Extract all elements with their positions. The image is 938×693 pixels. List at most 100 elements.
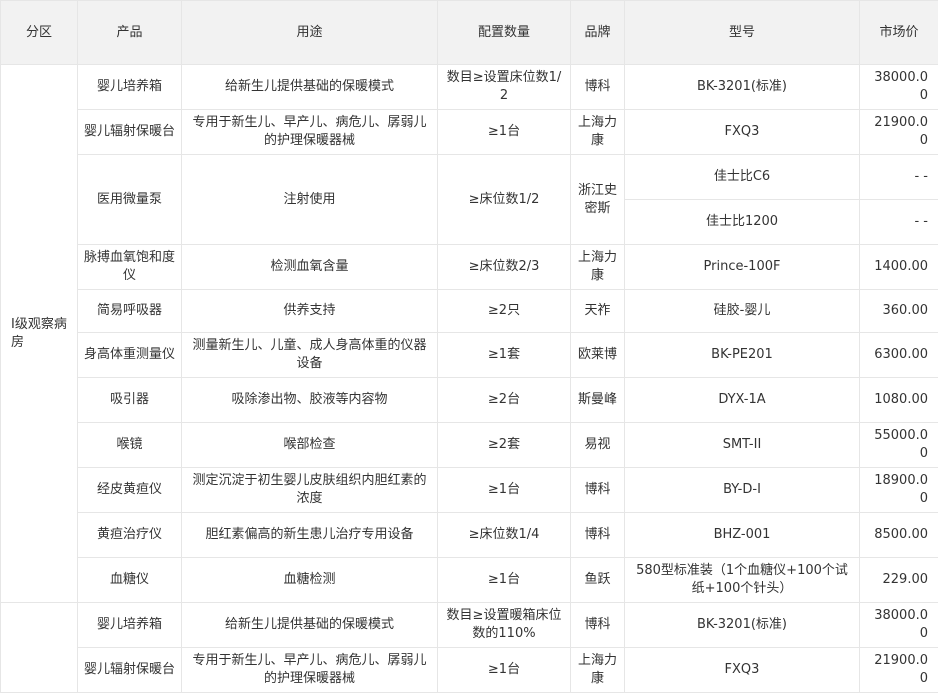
product-cell: 吸引器 bbox=[78, 378, 182, 423]
price-cell: - - bbox=[860, 200, 938, 245]
quantity-cell: ≥床位数2/3 bbox=[438, 245, 571, 290]
equipment-table: 分区 产品 用途 配置数量 品牌 型号 市场价 I级观察病房 婴儿培养箱 给新生… bbox=[0, 0, 938, 693]
product-cell: 婴儿培养箱 bbox=[78, 65, 182, 110]
table-row: 血糖仪 血糖检测 ≥1台 鱼跃 580型标准装（1个血糖仪+100个试纸+100… bbox=[1, 558, 938, 603]
model-cell: 佳士比1200 bbox=[625, 200, 860, 245]
table-row: I级观察病房 婴儿培养箱 给新生儿提供基础的保暖模式 数目≥设置床位数1/2 博… bbox=[1, 65, 938, 110]
price-cell: 1080.00 bbox=[860, 378, 938, 423]
model-cell: 580型标准装（1个血糖仪+100个试纸+100个针头） bbox=[625, 558, 860, 603]
brand-cell: 浙江史密斯 bbox=[571, 155, 625, 245]
quantity-cell: ≥1台 bbox=[438, 110, 571, 155]
product-cell: 婴儿培养箱 bbox=[78, 603, 182, 648]
usage-cell: 检测血氧含量 bbox=[182, 245, 438, 290]
price-cell: 6300.00 bbox=[860, 333, 938, 378]
model-cell: BK-PE201 bbox=[625, 333, 860, 378]
model-cell: 佳士比C6 bbox=[625, 155, 860, 200]
model-cell: Prince-100F bbox=[625, 245, 860, 290]
table-row: 简易呼吸器 供养支持 ≥2只 天祚 硅胶-婴儿 360.00 bbox=[1, 290, 938, 333]
brand-cell: 博科 bbox=[571, 513, 625, 558]
product-cell: 简易呼吸器 bbox=[78, 290, 182, 333]
price-cell: 38000.00 bbox=[860, 603, 938, 648]
table-row: 身高体重测量仪 测量新生儿、儿童、成人身高体重的仪器设备 ≥1套 欧莱博 BK-… bbox=[1, 333, 938, 378]
price-cell: 360.00 bbox=[860, 290, 938, 333]
product-cell: 脉搏血氧饱和度仪 bbox=[78, 245, 182, 290]
usage-cell: 专用于新生儿、早产儿、病危儿、孱弱儿的护理保暖器械 bbox=[182, 110, 438, 155]
model-cell: SMT-II bbox=[625, 423, 860, 468]
quantity-cell: ≥1套 bbox=[438, 333, 571, 378]
table-row: 婴儿辐射保暖台 专用于新生儿、早产儿、病危儿、孱弱儿的护理保暖器械 ≥1台 上海… bbox=[1, 648, 938, 693]
brand-cell: 上海力康 bbox=[571, 245, 625, 290]
table-row: 吸引器 吸除渗出物、胶液等内容物 ≥2台 斯曼峰 DYX-1A 1080.00 bbox=[1, 378, 938, 423]
brand-cell: 上海力康 bbox=[571, 110, 625, 155]
table-row: 医用微量泵 注射使用 ≥床位数1/2 浙江史密斯 佳士比C6 - - bbox=[1, 155, 938, 200]
usage-cell: 给新生儿提供基础的保暖模式 bbox=[182, 603, 438, 648]
quantity-cell: ≥1台 bbox=[438, 648, 571, 693]
model-cell: BK-3201(标准) bbox=[625, 65, 860, 110]
product-cell: 血糖仪 bbox=[78, 558, 182, 603]
usage-cell: 测定沉淀于初生婴儿皮肤组织内胆红素的浓度 bbox=[182, 468, 438, 513]
table-row: 喉镜 喉部检查 ≥2套 易视 SMT-II 55000.00 bbox=[1, 423, 938, 468]
model-cell: DYX-1A bbox=[625, 378, 860, 423]
product-cell: 喉镜 bbox=[78, 423, 182, 468]
table-row: 黄疸治疗仪 胆红素偏高的新生患儿治疗专用设备 ≥床位数1/4 博科 BHZ-00… bbox=[1, 513, 938, 558]
quantity-cell: ≥2台 bbox=[438, 378, 571, 423]
brand-cell: 鱼跃 bbox=[571, 558, 625, 603]
header-usage: 用途 bbox=[182, 1, 438, 65]
quantity-cell: 数目≥设置床位数1/2 bbox=[438, 65, 571, 110]
table-row: 婴儿辐射保暖台 专用于新生儿、早产儿、病危儿、孱弱儿的护理保暖器械 ≥1台 上海… bbox=[1, 110, 938, 155]
brand-cell: 博科 bbox=[571, 468, 625, 513]
zone-cell: I级观察病房 bbox=[1, 65, 78, 603]
usage-cell: 胆红素偏高的新生患儿治疗专用设备 bbox=[182, 513, 438, 558]
model-cell: BK-3201(标准) bbox=[625, 603, 860, 648]
header-product: 产品 bbox=[78, 1, 182, 65]
table-header-row: 分区 产品 用途 配置数量 品牌 型号 市场价 bbox=[1, 1, 938, 65]
header-quantity: 配置数量 bbox=[438, 1, 571, 65]
brand-cell: 博科 bbox=[571, 65, 625, 110]
brand-cell: 易视 bbox=[571, 423, 625, 468]
model-cell: FXQ3 bbox=[625, 648, 860, 693]
brand-cell: 欧莱博 bbox=[571, 333, 625, 378]
brand-cell: 斯曼峰 bbox=[571, 378, 625, 423]
header-model: 型号 bbox=[625, 1, 860, 65]
usage-cell: 血糖检测 bbox=[182, 558, 438, 603]
price-cell: 21900.00 bbox=[860, 110, 938, 155]
model-cell: FXQ3 bbox=[625, 110, 860, 155]
quantity-cell: ≥1台 bbox=[438, 468, 571, 513]
table-row: 经皮黄疸仪 测定沉淀于初生婴儿皮肤组织内胆红素的浓度 ≥1台 博科 BY-D-I… bbox=[1, 468, 938, 513]
usage-cell: 吸除渗出物、胶液等内容物 bbox=[182, 378, 438, 423]
table-row: 脉搏血氧饱和度仪 检测血氧含量 ≥床位数2/3 上海力康 Prince-100F… bbox=[1, 245, 938, 290]
price-cell: 18900.00 bbox=[860, 468, 938, 513]
brand-cell: 天祚 bbox=[571, 290, 625, 333]
brand-cell: 博科 bbox=[571, 603, 625, 648]
header-zone: 分区 bbox=[1, 1, 78, 65]
usage-cell: 注射使用 bbox=[182, 155, 438, 245]
quantity-cell: ≥2套 bbox=[438, 423, 571, 468]
product-cell: 黄疸治疗仪 bbox=[78, 513, 182, 558]
quantity-cell: ≥床位数1/2 bbox=[438, 155, 571, 245]
model-cell: 硅胶-婴儿 bbox=[625, 290, 860, 333]
usage-cell: 喉部检查 bbox=[182, 423, 438, 468]
product-cell: 身高体重测量仪 bbox=[78, 333, 182, 378]
price-cell: 229.00 bbox=[860, 558, 938, 603]
model-cell: BY-D-I bbox=[625, 468, 860, 513]
header-brand: 品牌 bbox=[571, 1, 625, 65]
brand-cell: 上海力康 bbox=[571, 648, 625, 693]
table-row: 婴儿培养箱 给新生儿提供基础的保暖模式 数目≥设置暖箱床位数的110% 博科 B… bbox=[1, 603, 938, 648]
usage-cell: 供养支持 bbox=[182, 290, 438, 333]
price-cell: 21900.00 bbox=[860, 648, 938, 693]
product-cell: 婴儿辐射保暖台 bbox=[78, 110, 182, 155]
product-cell: 医用微量泵 bbox=[78, 155, 182, 245]
price-cell: 8500.00 bbox=[860, 513, 938, 558]
quantity-cell: ≥1台 bbox=[438, 558, 571, 603]
usage-cell: 测量新生儿、儿童、成人身高体重的仪器设备 bbox=[182, 333, 438, 378]
price-cell: 55000.00 bbox=[860, 423, 938, 468]
price-cell: 38000.00 bbox=[860, 65, 938, 110]
header-price: 市场价 bbox=[860, 1, 938, 65]
usage-cell: 给新生儿提供基础的保暖模式 bbox=[182, 65, 438, 110]
product-cell: 婴儿辐射保暖台 bbox=[78, 648, 182, 693]
quantity-cell: ≥2只 bbox=[438, 290, 571, 333]
price-cell: - - bbox=[860, 155, 938, 200]
zone-cell-empty bbox=[1, 603, 78, 693]
usage-cell: 专用于新生儿、早产儿、病危儿、孱弱儿的护理保暖器械 bbox=[182, 648, 438, 693]
quantity-cell: 数目≥设置暖箱床位数的110% bbox=[438, 603, 571, 648]
